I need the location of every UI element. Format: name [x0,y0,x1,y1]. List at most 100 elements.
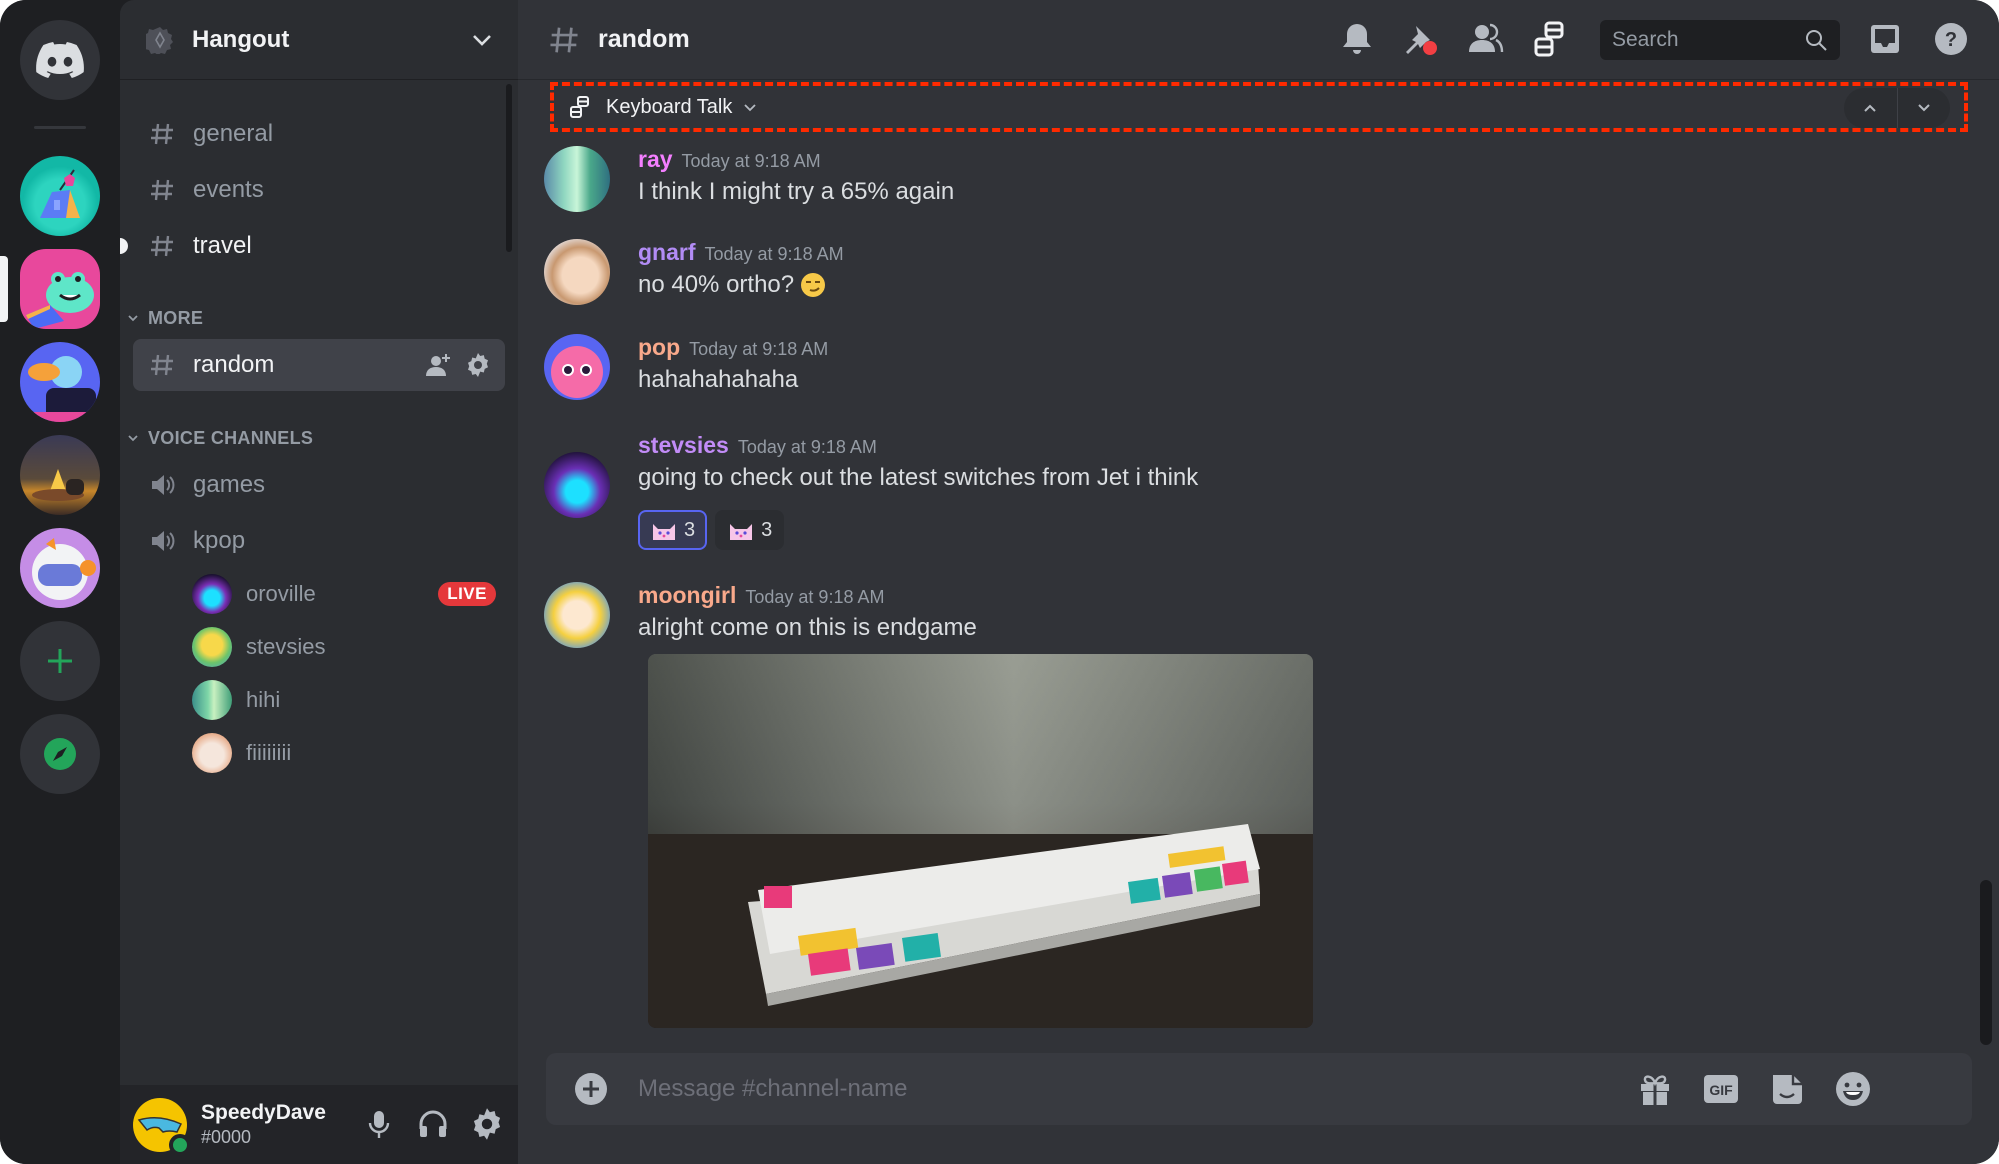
svg-text:?: ? [1945,29,1957,51]
message-author[interactable]: gnarf [638,239,696,266]
bell-icon[interactable] [1338,20,1376,58]
message-content: I think I might try a 65% again [638,178,955,205]
emoji-icon[interactable] [1834,1070,1872,1108]
gift-icon[interactable] [1636,1070,1674,1108]
reaction-button[interactable]: 3 [715,510,785,550]
channel-title: random [598,25,690,53]
channel-random[interactable]: random [133,339,505,391]
server-campfire[interactable] [20,435,100,515]
user-tag: #0000 [201,1127,252,1147]
help-icon[interactable]: ? [1932,20,1970,58]
avatar [192,733,232,773]
voice-user-name: hihi [246,687,281,712]
category-more[interactable]: MORE [126,306,203,330]
server-blue-creature[interactable] [20,342,100,422]
server-crystal-tent[interactable] [20,156,100,236]
thread-navigation [1844,88,1950,128]
gif-icon[interactable]: GIF [1702,1070,1740,1108]
user-settings-gear-icon[interactable] [470,1107,504,1141]
message-timestamp: Today at 9:18 AM [745,587,885,607]
compass-icon [44,738,76,770]
voice-user-name: stevsies [246,634,326,659]
voice-channel-kpop[interactable]: kpop [133,515,505,567]
channel-events[interactable]: events [133,164,505,216]
message-input[interactable] [638,1071,1638,1107]
avatar[interactable] [544,334,610,400]
text-channel-icon [151,354,173,376]
live-badge: LIVE [438,582,496,606]
category-voice-channels[interactable]: VOICE CHANNELS [126,426,313,450]
reaction-button[interactable]: 3 [638,510,708,550]
guild-name: Hangout [192,25,290,53]
avatar[interactable] [544,239,610,305]
voice-user-stevsies[interactable]: stevsies [192,625,502,669]
home-button[interactable] [20,20,100,100]
message-timestamp: Today at 9:18 AM [737,437,877,457]
server-frog-reading[interactable] [20,249,100,329]
search-input[interactable] [1612,28,1792,52]
channel-label: games [193,471,266,498]
voice-user-fiiiiiiii[interactable]: fiiiiiiii [192,731,502,775]
message-timestamp: Today at 9:18 AM [689,339,829,359]
channel-general[interactable]: general [133,108,505,160]
add-server-button[interactable] [20,621,100,701]
server-astronaut[interactable] [20,528,100,608]
explore-servers-button[interactable] [20,714,100,794]
message-timestamp: Today at 9:18 AM [704,244,844,264]
user-name: SpeedyDave [201,1101,326,1124]
message-content: hahahahahaha [638,366,799,393]
unread-indicator [120,238,128,254]
chevron-down-icon[interactable] [742,99,758,115]
headphones-icon[interactable] [416,1107,450,1141]
chat-scrollbar[interactable] [1980,880,1992,1045]
image-attachment[interactable] [648,654,1313,1028]
user-avatar[interactable] [133,1097,191,1156]
voice-user-hihi[interactable]: hihi [192,678,502,722]
channel-label: general [193,120,274,147]
threads-icon[interactable] [1530,20,1568,58]
category-label: VOICE CHANNELS [148,427,314,448]
member-list-icon[interactable] [1466,20,1504,58]
next-button[interactable] [1897,88,1950,128]
channel-travel[interactable]: travel [120,220,505,272]
avatar [192,680,232,720]
guild-header[interactable]: Hangout [120,0,518,80]
rail-separator [34,126,86,129]
frog-reading-icon [26,272,94,329]
message-author[interactable]: moongirl [638,582,736,609]
crystal-tent-icon [40,169,80,218]
smirk-emoji-icon [801,273,826,297]
channel-sidebar: Hangout general events travel MORE rando… [120,0,518,1164]
thread-bar-keyboard-talk[interactable]: Keyboard Talk [550,82,1968,132]
sidebar-scrollbar[interactable] [506,84,512,252]
inbox-icon[interactable] [1866,20,1904,58]
gear-icon[interactable] [465,352,491,378]
avatar[interactable] [544,582,610,648]
chevron-down-icon [128,315,138,322]
message-author[interactable]: pop [638,334,680,361]
avatar[interactable] [544,452,610,518]
text-channel-icon [151,179,173,201]
microphone-icon[interactable] [362,1107,396,1141]
voice-channel-games[interactable]: games [133,459,505,511]
previous-button[interactable] [1844,88,1897,128]
blue-creature-icon [20,356,100,422]
reaction-count: 3 [684,518,696,541]
chevron-down-icon[interactable] [468,26,496,54]
message-author[interactable]: ray [638,146,673,173]
avatar [192,574,232,614]
search-field[interactable] [1600,20,1840,60]
sticker-icon[interactable] [1768,1070,1806,1108]
text-channel-icon [550,27,578,52]
message-author[interactable]: stevsies [638,432,729,459]
pin-icon[interactable] [1402,20,1440,58]
channel-label: random [193,351,275,378]
upload-plus-icon[interactable] [574,1072,608,1106]
cat-emoji-icon [730,524,753,540]
reactions: 3 3 [638,510,785,550]
invite-user-icon[interactable] [425,352,451,378]
message-text: I think I might try a 65% again [638,178,954,206]
voice-user-oroville[interactable]: oroville LIVE [192,572,502,616]
voice-user-name: fiiiiiiii [246,740,292,765]
avatar[interactable] [544,146,610,212]
